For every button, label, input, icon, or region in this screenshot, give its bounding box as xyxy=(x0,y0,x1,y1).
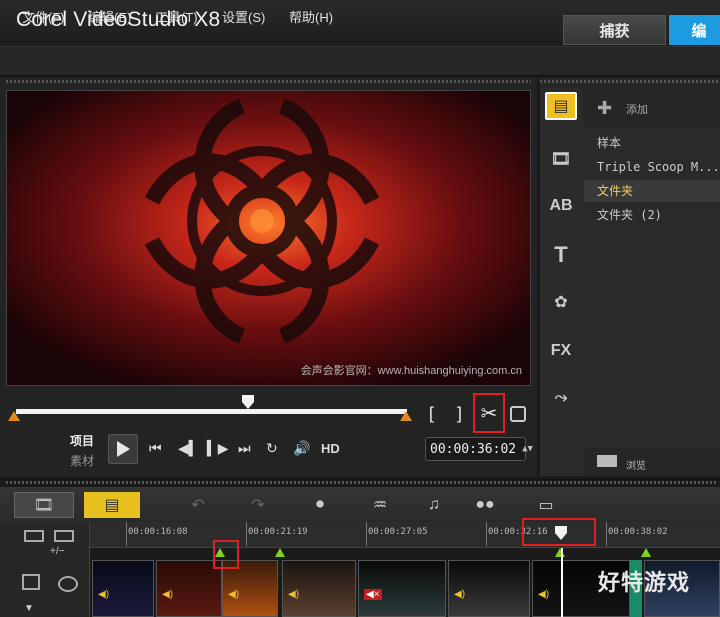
add-label[interactable]: 添加 xyxy=(626,101,648,117)
next-frame-icon[interactable]: ▍▶ xyxy=(207,440,229,457)
volume-icon: ◀) xyxy=(98,589,110,600)
playhead-line[interactable] xyxy=(561,548,563,617)
volume-icon: ◀) xyxy=(538,589,550,600)
tab-capture[interactable]: 捕获 xyxy=(563,15,666,45)
library-grip[interactable] xyxy=(540,80,720,83)
chapter-marker[interactable] xyxy=(555,548,565,557)
mark-out-button[interactable]: ] xyxy=(454,404,465,425)
panel-grip[interactable] xyxy=(6,80,531,83)
menu-tools[interactable]: 工具(T) xyxy=(155,7,198,26)
ruler-tick xyxy=(366,522,367,546)
media-icon[interactable]: ▤ xyxy=(545,92,577,120)
preview-image xyxy=(7,91,530,385)
scissors-icon: ✂ xyxy=(480,402,498,425)
timeline-clip[interactable]: ◀× xyxy=(358,560,446,617)
volume-icon: ◀) xyxy=(288,589,300,600)
ruler-label: 00:00:38:02 xyxy=(608,527,668,537)
timeline-clip[interactable]: ◀) xyxy=(448,560,530,617)
highlight-box-playhead xyxy=(522,518,596,546)
fx-icon[interactable]: FX xyxy=(545,337,577,365)
ruler-label: 00:00:16:08 xyxy=(128,527,188,537)
ruler-label: 00:00:21:19 xyxy=(248,527,308,537)
menu-settings[interactable]: 设置(S) xyxy=(222,7,265,26)
menu-file[interactable]: 文件(F) xyxy=(22,7,65,26)
audio-mixer-icon[interactable]: ♒ xyxy=(366,492,394,518)
library-item[interactable]: 样本 xyxy=(584,132,720,154)
filmstrip-icon: 🎞 xyxy=(33,497,55,514)
ruler-tick xyxy=(126,522,127,546)
mark-in-button[interactable]: [ xyxy=(426,404,437,425)
copy-icon[interactable] xyxy=(510,406,526,422)
menu-edit[interactable]: 编辑(E) xyxy=(88,7,131,26)
ruler-label: 00:00:27:05 xyxy=(368,527,428,537)
volume-icon: ◀) xyxy=(162,589,174,600)
menu-help[interactable]: 帮助(H) xyxy=(289,7,333,26)
auto-music-icon[interactable]: ♫ xyxy=(420,492,448,518)
tab-edit[interactable]: 编 xyxy=(669,15,720,45)
ruler-tick xyxy=(486,522,487,546)
chapter-marker[interactable] xyxy=(641,548,651,557)
ruler-tick xyxy=(246,522,247,546)
play-button[interactable] xyxy=(108,434,138,464)
show-all-tracks-icon[interactable] xyxy=(24,530,44,542)
hd-toggle[interactable]: HD xyxy=(321,441,340,456)
spinner-icon[interactable]: ▲▼ xyxy=(522,444,533,454)
redo-icon[interactable]: ↷ xyxy=(246,492,270,518)
volume-icon[interactable]: 🔊 xyxy=(293,440,310,457)
timeline-clip[interactable]: ◀) xyxy=(92,560,154,617)
instant-project-icon[interactable]: 🎞 xyxy=(545,145,577,173)
scrub-bar[interactable] xyxy=(16,409,407,414)
path-icon[interactable]: ⤳ xyxy=(545,384,577,412)
add-remove-chapter[interactable]: +/− xyxy=(50,546,64,557)
cut-button[interactable]: ✂ xyxy=(473,393,505,433)
timeline-clip[interactable]: ◀) xyxy=(282,560,356,617)
track-header-panel xyxy=(0,522,90,617)
start-icon[interactable]: ⏮ xyxy=(149,440,162,457)
timecode-value: 00:00:36:02 xyxy=(430,441,517,457)
browse-icon[interactable] xyxy=(597,455,617,467)
motion-tracking-icon[interactable]: ●● xyxy=(470,492,500,518)
brand-watermark: 好特游戏 xyxy=(598,570,691,595)
mark-out-indicator[interactable] xyxy=(400,411,412,421)
preview-window: 会声会影官网：www.huishanghuiying.com.cn xyxy=(6,90,531,386)
muted-volume-icon: ◀× xyxy=(364,589,382,600)
ruler-tick xyxy=(606,522,607,546)
highlight-box-marker xyxy=(213,540,239,569)
library-item-selected[interactable]: 文件夹 xyxy=(584,180,720,202)
subtitle-editor-icon[interactable]: ▭ xyxy=(532,492,560,518)
mode-project[interactable]: 项目 xyxy=(70,432,94,449)
track-expand-icon[interactable]: ▼ xyxy=(24,603,34,614)
browse-label[interactable]: 浏览 xyxy=(626,457,646,472)
storyboard-icon: ▤ xyxy=(104,497,120,514)
mark-in-indicator[interactable] xyxy=(8,411,20,421)
volume-icon: ◀) xyxy=(228,589,240,600)
prev-frame-icon[interactable]: ◀▍ xyxy=(178,440,200,457)
library-item[interactable]: 文件夹 (2) xyxy=(584,204,720,226)
preview-watermark: 会声会影官网：www.huishanghuiying.com.cn xyxy=(300,365,522,377)
volume-icon: ◀) xyxy=(454,589,466,600)
timecode-field[interactable]: 00:00:36:02 ▲▼ xyxy=(425,437,533,461)
record-capture-icon[interactable]: ⏺ xyxy=(306,492,334,518)
track-manager-icon[interactable] xyxy=(54,530,74,542)
menu-bar xyxy=(0,46,720,76)
chapter-marker[interactable] xyxy=(275,548,285,557)
add-icon[interactable]: ✚ xyxy=(597,98,612,119)
title-icon[interactable]: T xyxy=(545,241,577,269)
video-track-icon[interactable] xyxy=(22,574,40,590)
graphic-icon[interactable]: ✿ xyxy=(545,288,577,316)
transition-icon[interactable]: AB xyxy=(545,192,577,220)
timeline-view-button[interactable]: 🎞 xyxy=(14,492,74,518)
storyboard-view-button[interactable]: ▤ xyxy=(84,492,140,518)
timeline-grip-lines[interactable] xyxy=(6,481,716,484)
end-icon[interactable]: ⏭ xyxy=(238,440,251,457)
ripple-edit-icon[interactable] xyxy=(58,576,78,592)
undo-icon[interactable]: ↶ xyxy=(186,492,210,518)
play-icon xyxy=(117,441,130,457)
repeat-icon[interactable]: ↻ xyxy=(266,440,278,457)
library-item[interactable]: Triple Scoop M... xyxy=(584,156,720,178)
mode-clip[interactable]: 素材 xyxy=(70,452,94,469)
scrub-handle[interactable] xyxy=(242,395,254,409)
